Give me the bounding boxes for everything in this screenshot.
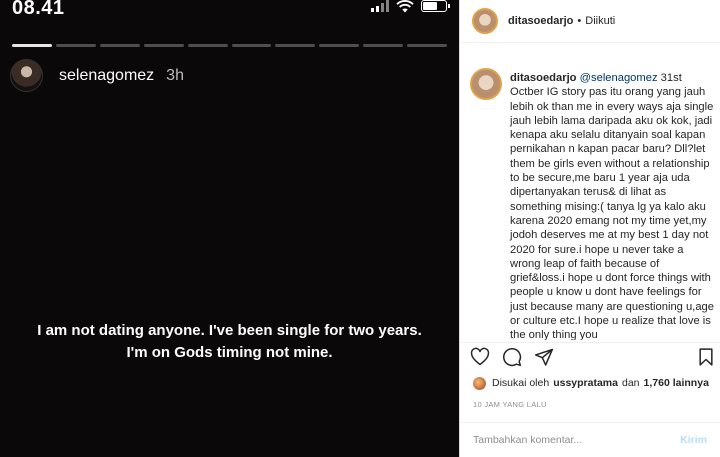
follow-status-button[interactable]: Diikuti <box>585 15 615 27</box>
signal-icon <box>371 0 389 12</box>
story-progress-segment <box>275 44 316 47</box>
actions-divider <box>460 342 720 343</box>
story-header[interactable]: selenagomez 3h <box>10 59 184 92</box>
story-progress-segment <box>187 44 228 47</box>
caption-mention-link[interactable]: @selenagomez <box>580 72 658 84</box>
post-actions-bar <box>470 347 716 367</box>
likes-prefix: Disukai oleh <box>492 377 550 389</box>
share-send-icon[interactable] <box>534 347 554 367</box>
post-caption: ditasoedarjo @selenagomez 31st Octber IG… <box>470 68 716 340</box>
story-time-ago: 3h <box>166 66 184 84</box>
story-panel[interactable]: 08.41 selenagomez 3h I am not dating any… <box>0 0 459 457</box>
post-author-avatar[interactable] <box>472 8 498 34</box>
story-progress-segment <box>319 44 360 47</box>
status-icons <box>371 0 450 14</box>
post-panel: ditasoedarjo • Diikuti ditasoedarjo @sel… <box>459 0 720 457</box>
wifi-icon <box>396 0 414 13</box>
post-timestamp[interactable]: 10 JAM YANG LALU <box>473 400 547 409</box>
story-progress-segment <box>363 44 404 47</box>
comment-bubble-icon[interactable] <box>502 347 522 367</box>
story-caption-line-2: I'm on Gods timing not mine. <box>126 344 333 361</box>
story-progress-segment <box>231 44 272 47</box>
likes-others-count[interactable]: 1,760 lainnya <box>644 377 709 389</box>
battery-icon <box>421 0 450 12</box>
like-heart-icon[interactable] <box>470 347 490 367</box>
status-time: 08.41 <box>12 0 65 19</box>
liker-username[interactable]: ussypratama <box>553 377 618 389</box>
story-caption-line-1: I am not dating anyone. I've been single… <box>37 322 422 339</box>
header-divider <box>460 42 720 43</box>
story-progress-segment <box>12 44 52 47</box>
post-header: ditasoedarjo • Diikuti <box>460 0 720 42</box>
post-author-username[interactable]: ditasoedarjo <box>508 15 573 27</box>
story-progress-segment <box>143 44 184 47</box>
post-comment-button[interactable]: Kirim <box>680 434 707 446</box>
add-comment-bar: Kirim <box>460 422 720 457</box>
story-username[interactable]: selenagomez <box>59 67 154 85</box>
comment-input[interactable] <box>473 433 681 446</box>
story-progress-segment <box>55 44 96 47</box>
caption-author-avatar[interactable] <box>470 68 502 100</box>
story-progress-segment <box>99 44 140 47</box>
story-progress-bar <box>12 44 448 47</box>
story-avatar[interactable] <box>10 59 43 92</box>
likes-conjunction: dan <box>622 377 640 389</box>
likes-summary: Disukai oleh ussypratama dan 1,760 lainn… <box>473 376 709 390</box>
caption-author-username[interactable]: ditasoedarjo <box>510 72 577 84</box>
caption-text-block: ditasoedarjo @selenagomez 31st Octber IG… <box>510 68 716 340</box>
liker-avatar[interactable] <box>473 376 486 390</box>
header-separator: • <box>577 15 582 27</box>
caption-body: 31st Octber IG story pas itu orang yang … <box>510 72 714 340</box>
story-caption: I am not dating anyone. I've been single… <box>0 320 459 364</box>
bookmark-save-icon[interactable] <box>696 347 716 367</box>
story-progress-segment <box>407 44 448 47</box>
